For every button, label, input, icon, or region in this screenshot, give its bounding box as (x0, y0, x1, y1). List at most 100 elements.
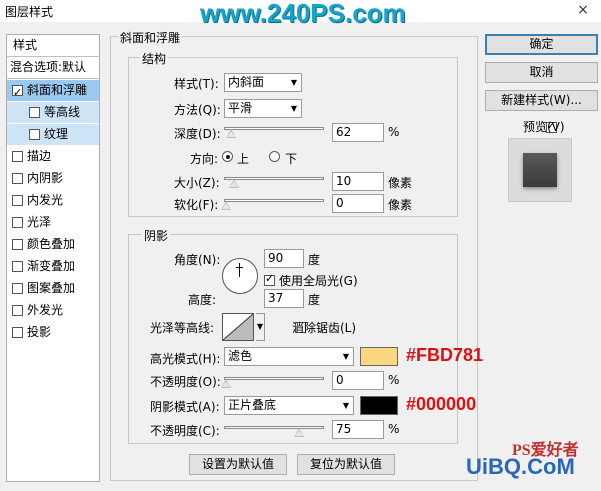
soften-slider[interactable] (224, 199, 324, 202)
soften-unit: 像素 (388, 198, 413, 212)
depth-slider[interactable] (224, 127, 324, 130)
highlight-opacity-slider-thumb[interactable] (221, 379, 231, 388)
style-item-label: 纹理 (44, 127, 69, 141)
style-item-drop-shadow[interactable]: 投影 (7, 322, 99, 343)
size-label: 大小(Z): (174, 176, 220, 190)
style-item-label: 斜面和浮雕 (27, 83, 88, 97)
angle-input[interactable]: 90 (264, 249, 304, 268)
soften-input[interactable]: 0 (332, 194, 384, 213)
depth-unit: % (388, 125, 400, 139)
style-item-stroke[interactable]: 描边 (7, 146, 99, 167)
contour-curve-icon (222, 313, 254, 341)
shadow-opacity-input[interactable]: 75 (332, 420, 384, 439)
depth-slider-thumb[interactable] (226, 129, 236, 138)
preview-label[interactable]: 预览(V) (523, 118, 565, 135)
shadow-mode-select[interactable]: 正片叠底 ▼ (224, 396, 354, 415)
chevron-down-icon: ▼ (342, 401, 349, 410)
technique-label: 方法(Q): (174, 103, 221, 117)
style-item-outer-glow[interactable]: 外发光 (7, 300, 99, 321)
checkbox[interactable] (12, 151, 23, 162)
style-select[interactable]: 内斜面 ▼ (224, 73, 302, 92)
style-item-texture[interactable]: 纹理 (7, 124, 99, 145)
global-light-checkbox[interactable] (264, 272, 275, 286)
size-slider-thumb[interactable] (229, 179, 239, 188)
checkbox[interactable] (12, 82, 23, 103)
new-style-button[interactable]: 新建样式(W)... (485, 90, 598, 111)
shadow-opacity-slider-thumb[interactable] (294, 428, 304, 437)
style-item-gradient-overlay[interactable]: 渐变叠加 (7, 256, 99, 277)
ok-button[interactable]: 确定 (485, 34, 598, 55)
highlight-opacity-label: 不透明度(O): (150, 375, 221, 389)
checkbox[interactable] (29, 129, 40, 140)
style-item-pattern-overlay[interactable]: 图案叠加 (7, 278, 99, 299)
highlight-opacity-input[interactable]: 0 (332, 371, 384, 390)
style-item-color-overlay[interactable]: 颜色叠加 (7, 234, 99, 255)
checkbox[interactable] (12, 305, 23, 316)
altitude-label: 高度: (188, 293, 217, 307)
highlight-color-annotation: #FBD781 (406, 345, 484, 365)
angle-dial[interactable] (222, 258, 258, 294)
size-slider[interactable] (224, 177, 324, 180)
highlight-opacity-unit: % (388, 373, 400, 387)
styles-list: 样式 混合选项:默认 斜面和浮雕 等高线 纹理 描边 内阴影 内发光 光泽 颜色… (6, 34, 100, 482)
size-input[interactable]: 10 (332, 172, 384, 191)
gloss-contour-picker[interactable] (222, 313, 254, 341)
style-item-label: 光泽 (27, 215, 52, 229)
cancel-button[interactable]: 取消 (485, 62, 598, 83)
shadow-opacity-slider[interactable] (224, 426, 324, 429)
checkbox[interactable] (12, 283, 23, 294)
window-title: 图层样式 (5, 5, 54, 19)
highlight-color-swatch[interactable] (360, 347, 398, 366)
checkbox[interactable] (12, 261, 23, 272)
altitude-input[interactable]: 37 (264, 289, 304, 308)
checkbox[interactable] (12, 217, 23, 228)
checkbox[interactable] (12, 195, 23, 206)
divider (7, 78, 99, 79)
direction-up-label[interactable]: 上 (237, 150, 249, 167)
checkbox[interactable] (12, 173, 23, 184)
styles-header[interactable]: 样式 (7, 35, 99, 56)
highlight-opacity-slider[interactable] (224, 377, 324, 380)
style-item-bevel[interactable]: 斜面和浮雕 (7, 80, 99, 103)
shadow-mode-label: 阴影模式(A): (150, 400, 220, 414)
direction-down-label[interactable]: 下 (285, 150, 297, 167)
style-item-label: 投影 (27, 325, 52, 339)
checkbox[interactable] (12, 239, 23, 250)
style-select-value: 内斜面 (228, 75, 265, 89)
soften-slider-thumb[interactable] (221, 201, 231, 210)
direction-down-radio[interactable] (269, 151, 280, 162)
style-item-label: 渐变叠加 (27, 259, 76, 273)
style-label: 样式(T): (174, 77, 219, 91)
style-item-label: 图案叠加 (27, 281, 76, 295)
style-item-inner-glow[interactable]: 内发光 (7, 190, 99, 211)
chevron-down-icon[interactable]: ▼ (256, 313, 265, 341)
reset-default-button[interactable]: 复位为默认值 (297, 454, 395, 475)
depth-input[interactable]: 62 (332, 123, 384, 142)
altitude-unit: 度 (308, 293, 321, 307)
close-icon[interactable]: × (569, 0, 597, 20)
antialias-label[interactable]: 消除锯齿(L) (292, 319, 356, 336)
style-item-label: 描边 (27, 149, 52, 163)
make-default-button[interactable]: 设置为默认值 (189, 454, 287, 475)
gloss-contour-label: 光泽等高线: (150, 321, 215, 335)
chevron-down-icon: ▼ (342, 352, 349, 361)
checkbox[interactable] (12, 327, 23, 338)
highlight-mode-value: 滤色 (228, 349, 253, 363)
global-light-label[interactable]: 使用全局光(G) (279, 272, 358, 289)
shadow-mode-value: 正片叠底 (228, 398, 277, 412)
direction-label: 方向: (190, 152, 219, 166)
shadow-opacity-unit: % (388, 422, 400, 436)
soften-label: 软化(F): (174, 198, 219, 212)
shadow-color-annotation: #000000 (406, 394, 477, 414)
style-item-label: 内发光 (27, 193, 64, 207)
direction-up-radio[interactable] (222, 151, 233, 162)
checkbox[interactable] (29, 107, 40, 118)
technique-select[interactable]: 平滑 ▼ (224, 99, 302, 118)
highlight-mode-select[interactable]: 滤色 ▼ (224, 347, 354, 366)
blend-options-item[interactable]: 混合选项:默认 (7, 57, 99, 78)
style-item-satin[interactable]: 光泽 (7, 212, 99, 233)
style-item-inner-shadow[interactable]: 内阴影 (7, 168, 99, 189)
highlight-mode-label: 高光模式(H): (150, 352, 221, 366)
shadow-color-swatch[interactable] (360, 396, 398, 415)
style-item-contour[interactable]: 等高线 (7, 102, 99, 123)
